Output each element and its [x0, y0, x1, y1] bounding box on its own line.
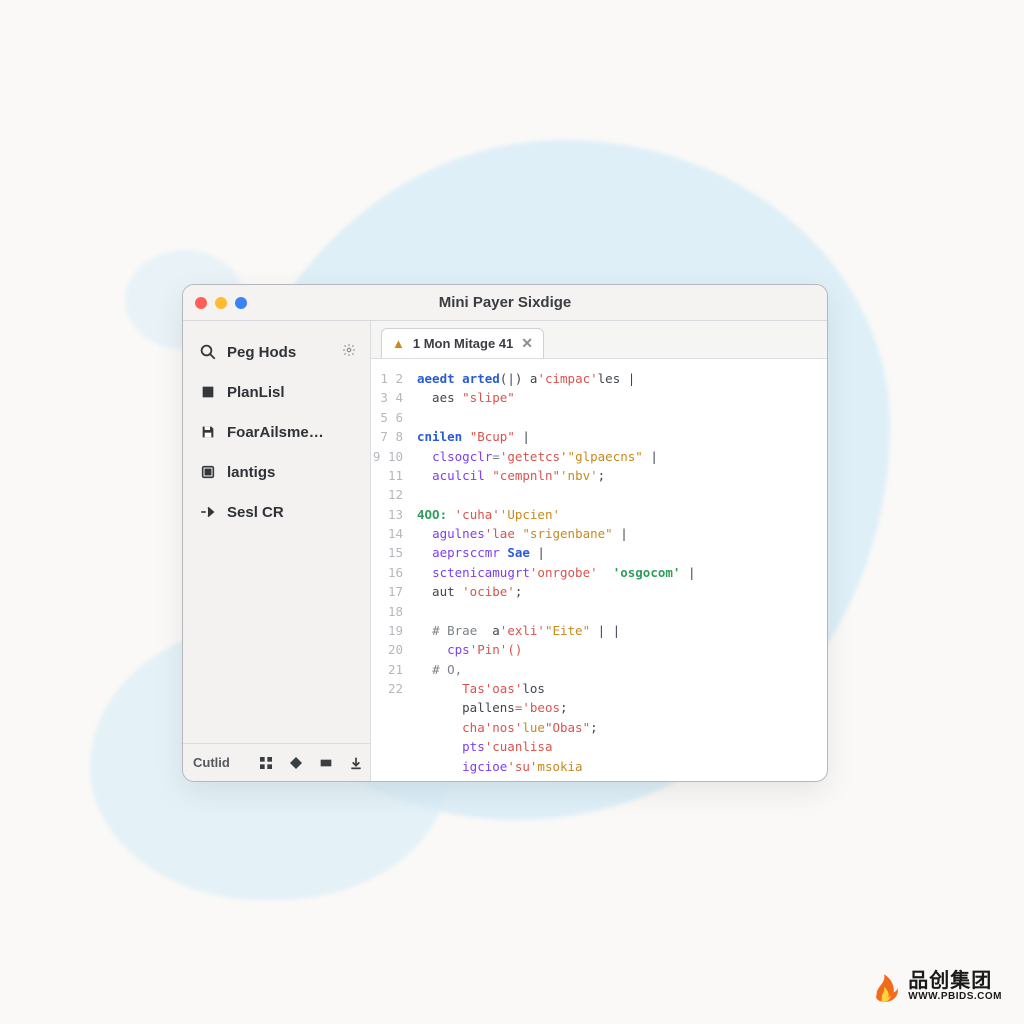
sidebar-footer: Cutlid	[183, 743, 370, 781]
minimize-window-button[interactable]	[215, 297, 227, 309]
sidebar-item-seslcr[interactable]: Sesl CR	[189, 495, 364, 529]
grid-icon[interactable]	[258, 755, 274, 771]
code-area[interactable]: aeedt arted(|) a'cimpac'les | aes "slipe…	[411, 359, 827, 781]
window-title: Mini Payer Sixdige	[183, 294, 827, 311]
square-icon	[199, 383, 217, 401]
titlebar: Mini Payer Sixdige	[183, 285, 827, 321]
flame-icon	[866, 970, 900, 1004]
sidebar: Peg Hods PlanLisl FoarAilsme…	[183, 321, 371, 781]
footer-label: Cutlid	[193, 755, 230, 770]
sidebar-item-label: Peg Hods	[227, 344, 296, 361]
watermark: 品创集团 WWW.PBIDS.COM	[866, 970, 1002, 1004]
gear-icon[interactable]	[342, 343, 356, 361]
sidebar-nav: Peg Hods PlanLisl FoarAilsme…	[183, 321, 370, 743]
sidebar-item-planlist[interactable]: PlanLisl	[189, 375, 364, 409]
tabstrip: ▲ 1 Mon Mitage 41 ✕	[371, 321, 827, 359]
close-window-button[interactable]	[195, 297, 207, 309]
main-panel: ▲ 1 Mon Mitage 41 ✕ 1 2 3 4 5 6 7 8 9 10…	[371, 321, 827, 781]
diamond-icon[interactable]	[288, 755, 304, 771]
zoom-window-button[interactable]	[235, 297, 247, 309]
sidebar-item-search[interactable]: Peg Hods	[189, 335, 364, 369]
line-gutter: 1 2 3 4 5 6 7 8 9 10 11 12 13 14 15 16 1…	[371, 359, 411, 781]
code-editor[interactable]: 1 2 3 4 5 6 7 8 9 10 11 12 13 14 15 16 1…	[371, 359, 827, 781]
sidebar-item-label: lantigs	[227, 464, 275, 481]
close-tab-button[interactable]: ✕	[521, 335, 533, 352]
tab-active[interactable]: ▲ 1 Mon Mitage 41 ✕	[381, 328, 544, 358]
warning-icon: ▲	[392, 336, 405, 351]
search-icon	[199, 343, 217, 361]
rect-icon[interactable]	[318, 755, 334, 771]
watermark-url: WWW.PBIDS.COM	[908, 992, 1002, 1003]
save-icon	[199, 423, 217, 441]
download-icon[interactable]	[348, 755, 364, 771]
box-icon	[199, 463, 217, 481]
app-window: Mini Payer Sixdige Peg Hods	[182, 284, 828, 782]
sidebar-item-label: FoarAilsme…	[227, 424, 324, 441]
sidebar-item-foarailsme[interactable]: FoarAilsme…	[189, 415, 364, 449]
tab-label: 1 Mon Mitage 41	[413, 336, 513, 351]
window-body: Peg Hods PlanLisl FoarAilsme…	[183, 321, 827, 781]
sidebar-item-label: Sesl CR	[227, 504, 284, 521]
traffic-lights	[195, 297, 247, 309]
sidebar-item-lantigs[interactable]: lantigs	[189, 455, 364, 489]
arrow-right-icon	[199, 503, 217, 521]
sidebar-item-label: PlanLisl	[227, 384, 285, 401]
watermark-text: 品创集团	[908, 971, 1002, 992]
